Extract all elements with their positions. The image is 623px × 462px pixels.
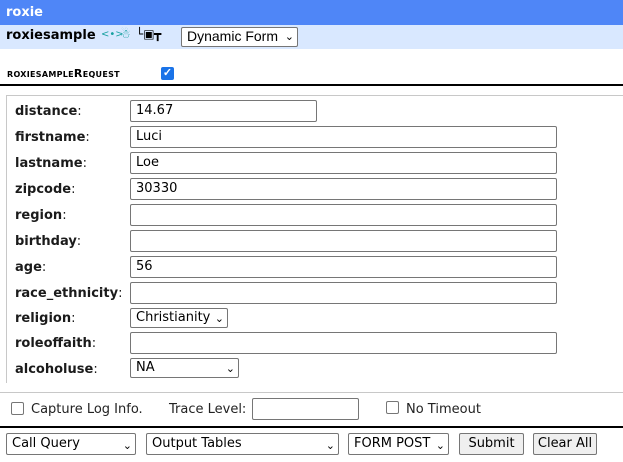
- birthday-input[interactable]: [130, 230, 557, 252]
- trace-level-input[interactable]: [252, 398, 359, 420]
- roleoffaith-input[interactable]: [130, 332, 557, 354]
- field-label-alcoholuse: alcoholuse:: [15, 362, 98, 377]
- field-label-religion: religion:: [15, 311, 76, 326]
- service-name: roxiesample: [6, 28, 96, 43]
- service-bar: roxiesample <•> ☃ └▣ ┳ Dynamic Form ⌄: [0, 25, 623, 49]
- submit-button[interactable]: Submit: [459, 433, 524, 455]
- chevron-down-icon: ⌄: [284, 31, 294, 43]
- field-label-birthday: birthday:: [15, 234, 82, 249]
- firstname-input[interactable]: Luci: [130, 126, 557, 148]
- clear-all-button[interactable]: Clear All: [533, 433, 597, 455]
- request-checkbox[interactable]: ✓: [161, 67, 174, 80]
- alcoholuse-select-value: NA: [136, 360, 155, 375]
- chevron-down-icon: ⌄: [225, 362, 235, 375]
- method-value: FORM POST: [354, 436, 431, 451]
- divider: [0, 392, 623, 393]
- zipcode-input[interactable]: 30330: [130, 178, 557, 200]
- divider: [0, 84, 623, 86]
- capture-log-checkbox[interactable]: [11, 402, 24, 415]
- religion-select-value: Christianity: [136, 310, 211, 325]
- call-query-value: Call Query: [12, 436, 80, 451]
- chevron-down-icon: ⌄: [435, 439, 445, 452]
- field-label-region: region:: [15, 208, 67, 223]
- chevron-down-icon: ⌄: [122, 439, 132, 452]
- trace-level-label: Trace Level:: [169, 402, 247, 417]
- field-label-firstname: firstname:: [15, 130, 90, 145]
- chevron-down-icon: ⌄: [214, 312, 224, 325]
- app-title-bar: roxie: [0, 0, 623, 25]
- distance-input[interactable]: 14.67: [130, 100, 317, 122]
- app-title: roxie: [6, 5, 44, 20]
- no-timeout-checkbox[interactable]: [386, 401, 399, 414]
- view-select[interactable]: Dynamic Form ⌄: [181, 27, 298, 47]
- alcoholuse-select[interactable]: NA ⌄: [130, 358, 239, 378]
- chevron-down-icon: ⌄: [325, 439, 335, 452]
- tree-icon[interactable]: └▣: [136, 27, 155, 41]
- hierarchy-icon[interactable]: ┳: [154, 27, 161, 41]
- race-ethnicity-input[interactable]: [130, 282, 557, 304]
- request-title: roxiesampleRequest: [7, 67, 120, 80]
- lastname-input[interactable]: Loe: [130, 152, 557, 174]
- call-query-select[interactable]: Call Query ⌄: [6, 433, 136, 455]
- no-timeout-label: No Timeout: [406, 402, 481, 417]
- field-label-race-ethnicity: race_ethnicity:: [15, 286, 123, 301]
- field-label-age: age:: [15, 260, 47, 275]
- output-select[interactable]: Output Tables ⌄: [146, 433, 339, 455]
- field-label-lastname: lastname:: [15, 156, 87, 171]
- field-label-zipcode: zipcode:: [15, 182, 76, 197]
- region-input[interactable]: [130, 204, 557, 226]
- view-select-value: Dynamic Form: [187, 28, 279, 44]
- method-select[interactable]: FORM POST ⌄: [348, 433, 449, 455]
- field-label-distance: distance:: [15, 104, 82, 119]
- age-input[interactable]: 56: [130, 256, 557, 278]
- schema-icon[interactable]: ☃: [120, 27, 131, 41]
- capture-log-label: Capture Log Info.: [31, 402, 143, 417]
- output-value: Output Tables: [152, 436, 242, 451]
- religion-select[interactable]: Christianity ⌄: [130, 308, 228, 328]
- divider: [0, 426, 623, 428]
- field-label-roleoffaith: roleoffaith:: [15, 336, 97, 351]
